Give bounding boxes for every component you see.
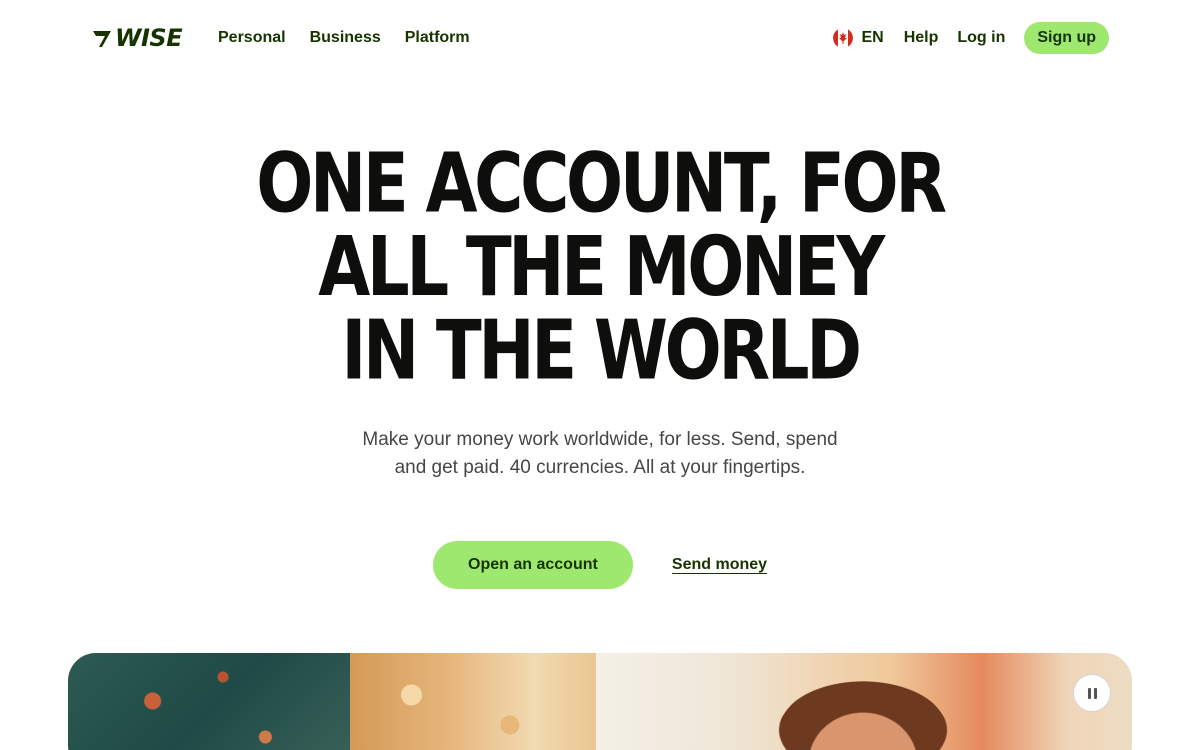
nav-link-business[interactable]: Business <box>310 27 381 49</box>
hero-title: ONE ACCOUNT, FOR ALL THE MONEY IN THE WO… <box>96 135 1104 399</box>
logo-text: WISE <box>115 24 183 52</box>
site-header: WISE Personal Business Platform EN Help … <box>0 0 1200 76</box>
send-money-link[interactable]: Send money <box>672 556 767 574</box>
signup-button[interactable]: Sign up <box>1024 22 1109 54</box>
header-actions: EN Help Log in Sign up <box>833 22 1109 54</box>
hero-title-line-1: ONE ACCOUNT, FOR <box>256 135 947 231</box>
hero-cta-row: Open an account Send money <box>0 541 1200 589</box>
wise-logo[interactable]: WISE <box>91 23 183 53</box>
open-account-button[interactable]: Open an account <box>432 541 633 589</box>
pause-icon <box>1087 687 1097 699</box>
hero-media <box>68 653 1132 750</box>
canada-flag-icon <box>833 28 854 48</box>
pause-video-button[interactable] <box>1073 674 1111 712</box>
login-link[interactable]: Log in <box>957 27 1005 49</box>
help-link[interactable]: Help <box>904 27 939 49</box>
primary-nav: Personal Business Platform <box>218 27 470 49</box>
hero-subtitle: Make your money work worldwide, for less… <box>362 429 838 478</box>
hero-title-line-2: ALL THE MONEY <box>318 219 885 315</box>
language-label: EN <box>861 29 884 46</box>
media-panel-fabric-green <box>68 653 350 750</box>
nav-link-platform[interactable]: Platform <box>405 27 470 49</box>
nav-link-personal[interactable]: Personal <box>218 27 286 49</box>
hero-title-line-3: IN THE WORLD <box>341 303 862 399</box>
media-panel-fabric-gold <box>350 653 596 750</box>
language-selector[interactable]: EN <box>833 28 884 48</box>
wise-flag-logo-icon <box>93 31 111 47</box>
